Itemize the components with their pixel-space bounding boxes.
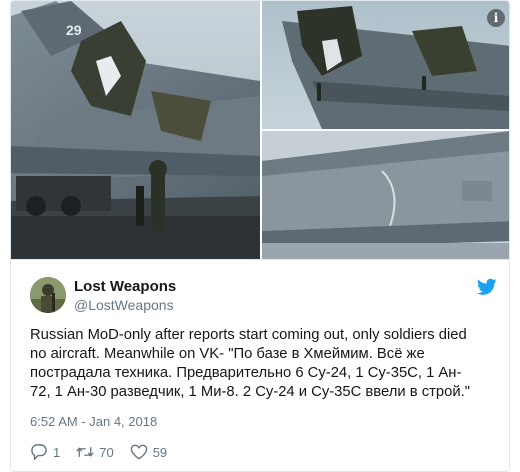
tweet-text-line: пострадала техника. Предварительно 6 Су-… [30,365,462,381]
tail-number: 29 [66,22,82,38]
info-icon[interactable]: i [487,9,505,27]
tweet-content: Lost Weapons @LostWeapons Russian MoD-on… [11,259,509,471]
tweet-media-grid[interactable]: 29 i [11,1,509,259]
wing-underside-photo[interactable] [262,131,509,259]
reply-count: 1 [53,444,61,460]
heart-icon [130,444,147,460]
avatar[interactable] [30,277,66,313]
tweet-card[interactable]: 29 i Lost Weapons @LostWeapons Russian M… [10,0,510,472]
reply-button[interactable]: 1 [30,444,60,460]
tweet-text-line: no aircraft. Meanwhile on VK- "По базе в… [30,346,425,362]
author-handle[interactable]: @LostWeapons [74,297,174,313]
retweet-button[interactable]: 70 [76,444,114,460]
twitter-bird-icon[interactable] [477,278,497,296]
tweet-text-line: Russian MoD-only after reports start com… [30,327,467,343]
tweet-actions: 1 70 59 [30,442,183,462]
like-count: 59 [152,444,168,460]
retweet-count: 70 [99,444,114,460]
tweet-text-line: 72, 1 Ан-30 разведчик, 1 Ми-8. 2 Су-24 и… [30,384,470,400]
damaged-wing-closeup-photo[interactable]: i [262,1,509,129]
reply-icon [31,444,47,460]
like-button[interactable]: 59 [130,444,167,460]
tweet-timestamp[interactable]: 6:52 AM - Jan 4, 2018 [30,414,157,429]
author-name[interactable]: Lost Weapons [74,278,176,295]
retweet-icon [76,447,94,457]
damaged-jet-rear-photo[interactable]: 29 [11,1,260,259]
tweet-text: Russian MoD-only after reports start com… [30,326,500,402]
